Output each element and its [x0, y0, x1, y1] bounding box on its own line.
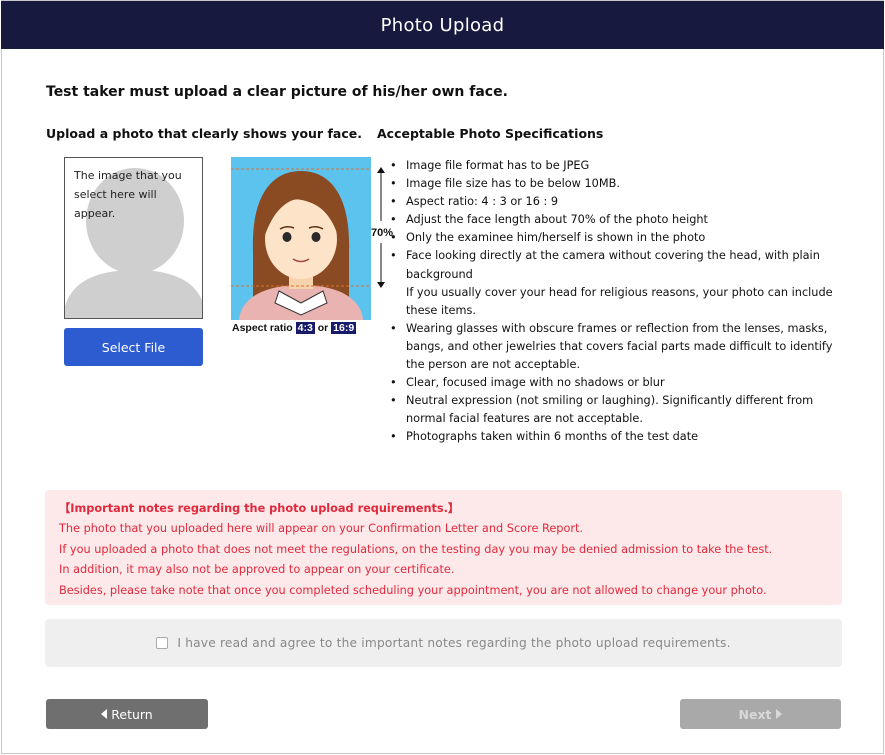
spec-item: Clear, focused image with no shadows or …: [388, 374, 850, 392]
return-button[interactable]: Return: [46, 699, 208, 729]
agreement-row: I have read and agree to the important n…: [45, 619, 842, 667]
caret-left-icon: [101, 709, 108, 719]
return-label: Return: [111, 706, 153, 722]
preview-placeholder-text: The image that you select here will appe…: [74, 169, 182, 220]
spec-item: Photographs taken within 6 months of the…: [388, 428, 850, 446]
spec-religious-note: If you usually cover your head for relig…: [406, 285, 833, 317]
specs-heading: Acceptable Photo Specifications: [377, 126, 604, 141]
aspect-ratio-caption: Aspect ratio 4:3 or 16:9: [232, 322, 357, 334]
important-notes-box: 【Important notes regarding the photo upl…: [45, 490, 842, 605]
agree-checkbox[interactable]: [156, 637, 169, 649]
notice-title: 【Important notes regarding the photo upl…: [59, 502, 460, 515]
intro-text: Test taker must upload a clear picture o…: [46, 84, 508, 100]
notice-line: If you uploaded a photo that does not me…: [59, 542, 773, 556]
notice-line: The photo that you uploaded here will ap…: [59, 522, 584, 535]
specs-list: Image file format has to be JPEG Image f…: [388, 157, 850, 447]
page-header: Photo Upload: [1, 1, 884, 49]
spec-item: Image file format has to be JPEG: [388, 157, 850, 175]
page-title: Photo Upload: [380, 14, 505, 36]
sample-photo-illustration: [231, 157, 371, 320]
or-label: or: [317, 322, 329, 334]
ratio-16-9-badge: 16:9: [331, 322, 357, 334]
agree-label[interactable]: I have read and agree to the important n…: [177, 636, 730, 650]
spec-item: Adjust the face length about 70% of the …: [388, 211, 850, 229]
spec-item: Only the examinee him/herself is shown i…: [388, 229, 850, 247]
photo-preview: The image that you select here will appe…: [64, 157, 203, 319]
spec-item: Aspect ratio: 4 : 3 or 16 : 9: [388, 193, 850, 211]
next-label: Next: [738, 706, 772, 722]
spec-item: Image file size has to be below 10MB.: [388, 175, 850, 193]
next-button[interactable]: Next: [680, 699, 841, 729]
notice-line: Besides, please take note that once you …: [59, 583, 767, 597]
ratio-4-3-badge: 4:3: [295, 322, 315, 334]
notice-line: In addition, it may also not be approved…: [59, 563, 455, 576]
aspect-label: Aspect ratio: [232, 322, 293, 334]
spec-item: Neutral expression (not smiling or laugh…: [388, 392, 850, 428]
select-file-button[interactable]: Select File: [64, 328, 203, 366]
caret-right-icon: [776, 709, 783, 719]
upload-heading: Upload a photo that clearly shows your f…: [46, 126, 362, 141]
spec-item: Wearing glasses with obscure frames or r…: [388, 320, 850, 374]
spec-item: Face looking directly at the camera with…: [388, 247, 850, 283]
